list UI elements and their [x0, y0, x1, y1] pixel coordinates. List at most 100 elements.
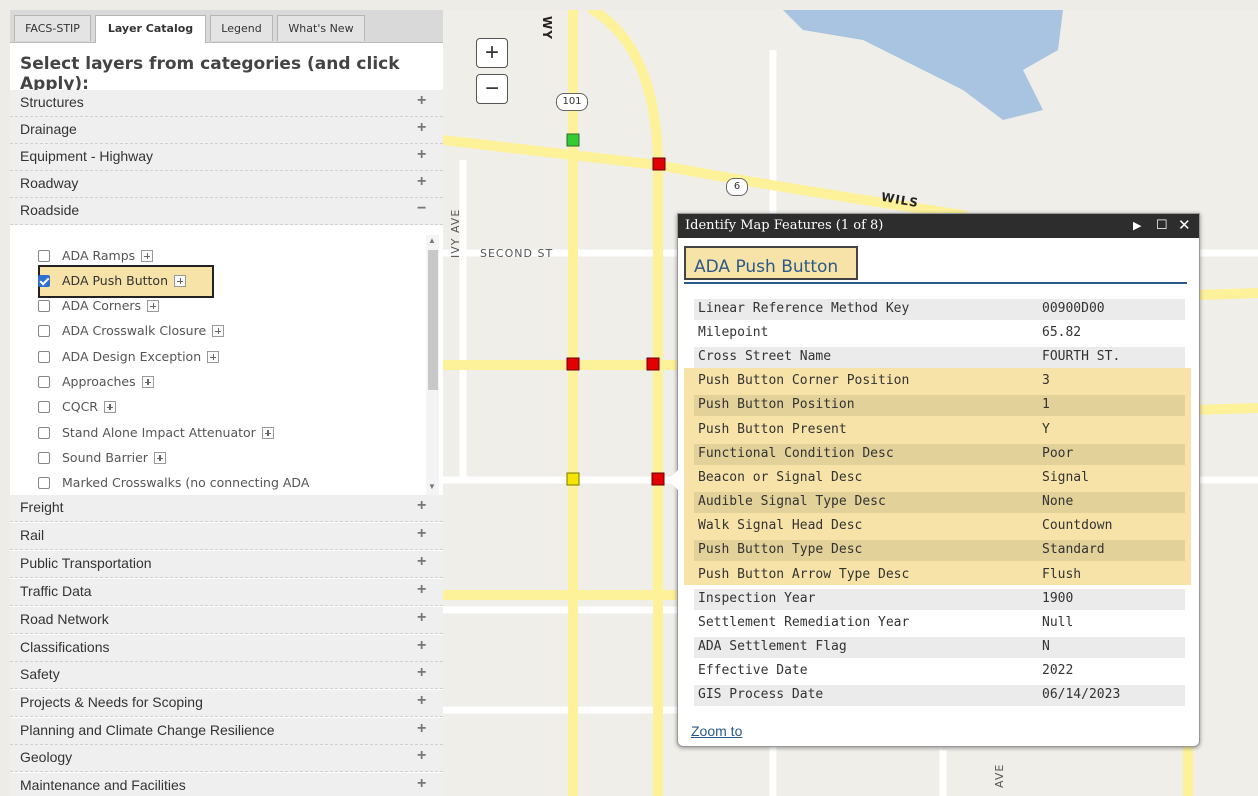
layer-cqcr[interactable]: CQCR	[38, 399, 116, 419]
layer-approaches[interactable]: Approaches	[38, 374, 154, 394]
expand-plus-icon[interactable]: +	[417, 146, 426, 164]
attribute-value: 06/14/2023	[1042, 687, 1121, 702]
map-marker[interactable]	[652, 157, 666, 171]
map-marker[interactable]	[566, 133, 580, 147]
category-traffic-data[interactable]: Traffic Data +	[10, 579, 443, 606]
attribute-row: Walk Signal Head Desc Countdown	[694, 516, 1185, 537]
attribute-value: 3	[1042, 373, 1050, 388]
category-roadside[interactable]: Roadside −	[10, 198, 443, 225]
checkbox[interactable]	[38, 401, 50, 413]
attribute-key: Settlement Remediation Year	[698, 615, 910, 630]
tab-layer-catalog[interactable]: Layer Catalog	[95, 15, 206, 43]
layer-stand-alone-impact-attenuator[interactable]: Stand Alone Impact Attenuator	[38, 425, 274, 445]
attribute-value: 65.82	[1042, 325, 1082, 340]
category-freight[interactable]: Freight +	[10, 495, 443, 522]
layer-ada-crosswalk-closure[interactable]: ADA Crosswalk Closure	[38, 323, 225, 343]
attribute-row: Functional Condition Desc Poor	[694, 444, 1185, 465]
layer-sound-barrier[interactable]: Sound Barrier	[38, 450, 166, 470]
layer-label: Sound Barrier	[62, 450, 148, 465]
category-drainage[interactable]: Drainage +	[10, 117, 443, 144]
attribute-key: Milepoint	[698, 325, 769, 340]
layer-ada-ramps[interactable]: ADA Ramps	[38, 248, 154, 268]
attribute-value: FOURTH ST.	[1042, 349, 1121, 364]
popup-header: Identify Map Features (1 of 8) ▶ ☐ ✕	[678, 214, 1199, 238]
checkbox[interactable]	[38, 452, 50, 464]
expand-plus-icon[interactable]: +	[417, 692, 426, 710]
category-road-network[interactable]: Road Network +	[10, 607, 443, 634]
expand-plus-icon[interactable]: +	[417, 637, 426, 655]
category-equipment-highway[interactable]: Equipment - Highway +	[10, 144, 443, 171]
expand-plus-icon[interactable]: +	[417, 553, 426, 571]
category-rail[interactable]: Rail +	[10, 523, 443, 550]
checkbox[interactable]	[38, 376, 50, 388]
scrollbar-thumb[interactable]	[428, 250, 438, 390]
category-roadway[interactable]: Roadway +	[10, 171, 443, 198]
expand-plus-icon[interactable]: +	[417, 92, 426, 110]
category-planning-climate[interactable]: Planning and Climate Change Resilience +	[10, 718, 443, 745]
feature-title-rule	[684, 282, 1187, 284]
map-marker[interactable]	[651, 472, 665, 486]
checkbox-checked[interactable]	[38, 275, 50, 287]
category-label: Planning and Climate Change Resilience	[20, 722, 275, 738]
category-label: Road Network	[20, 611, 109, 627]
category-safety[interactable]: Safety +	[10, 662, 443, 689]
add-plus-icon[interactable]	[103, 401, 116, 413]
checkbox[interactable]	[38, 427, 50, 439]
add-plus-icon[interactable]	[141, 376, 154, 388]
expand-plus-icon[interactable]: +	[417, 119, 426, 137]
checkbox[interactable]	[38, 300, 50, 312]
attribute-row: Push Button Arrow Type Desc Flush	[694, 565, 1185, 586]
add-plus-icon[interactable]	[141, 250, 154, 262]
expand-plus-icon[interactable]: +	[417, 497, 426, 515]
expand-plus-icon[interactable]: +	[417, 525, 426, 543]
zoom-to-link[interactable]: Zoom to	[691, 723, 742, 739]
layer-marked-crosswalks[interactable]: Marked Crosswalks (no connecting ADA	[38, 475, 309, 495]
zoom-out-button[interactable]: −	[476, 74, 508, 104]
expand-plus-icon[interactable]: +	[417, 609, 426, 627]
map-marker[interactable]	[646, 357, 660, 371]
add-plus-icon[interactable]	[174, 275, 186, 287]
map-marker[interactable]	[566, 472, 580, 486]
zoom-in-button[interactable]: +	[476, 38, 508, 68]
layer-ada-design-exception[interactable]: ADA Design Exception	[38, 349, 220, 369]
layer-ada-push-button[interactable]: ADA Push Button	[38, 273, 186, 293]
tab-whats-new[interactable]: What's New	[277, 15, 365, 41]
attribute-row: Push Button Corner Position 3	[694, 371, 1185, 392]
collapse-minus-icon[interactable]: −	[417, 200, 426, 218]
expand-plus-icon[interactable]: +	[417, 720, 426, 738]
street-label-ivy-ave: IVY AVE	[449, 208, 462, 258]
play-icon[interactable]: ▶	[1133, 219, 1141, 232]
expand-plus-icon[interactable]: +	[417, 747, 426, 765]
add-plus-icon[interactable]	[212, 325, 225, 337]
category-classifications[interactable]: Classifications +	[10, 635, 443, 662]
add-plus-icon[interactable]	[147, 300, 160, 312]
attribute-key: Functional Condition Desc	[698, 446, 894, 461]
checkbox[interactable]	[38, 250, 50, 262]
layer-ada-corners[interactable]: ADA Corners	[38, 298, 160, 318]
category-label: Structures	[20, 94, 84, 110]
expand-plus-icon[interactable]: +	[417, 581, 426, 599]
add-plus-icon[interactable]	[153, 452, 166, 464]
category-structures[interactable]: Structures +	[10, 90, 443, 117]
expand-plus-icon[interactable]: +	[417, 775, 426, 793]
checkbox[interactable]	[38, 351, 50, 363]
scroll-down-icon[interactable]: ▼	[428, 482, 436, 491]
category-projects-needs[interactable]: Projects & Needs for Scoping +	[10, 690, 443, 717]
attribute-key: Push Button Corner Position	[698, 373, 910, 388]
close-icon[interactable]: ✕	[1178, 216, 1191, 234]
checkbox[interactable]	[38, 477, 50, 489]
category-geology[interactable]: Geology +	[10, 745, 443, 772]
expand-plus-icon[interactable]: +	[417, 664, 426, 682]
attribute-key: Push Button Position	[698, 397, 855, 412]
checkbox[interactable]	[38, 325, 50, 337]
tab-facs-stip[interactable]: FACS-STIP	[14, 15, 91, 41]
maximize-icon[interactable]: ☐	[1156, 217, 1168, 233]
tab-legend[interactable]: Legend	[210, 15, 273, 41]
category-maintenance-facilities[interactable]: Maintenance and Facilities +	[10, 773, 443, 796]
category-public-transportation[interactable]: Public Transportation +	[10, 551, 443, 578]
add-plus-icon[interactable]	[207, 351, 220, 363]
add-plus-icon[interactable]	[261, 427, 274, 439]
scroll-up-icon[interactable]: ▲	[428, 236, 436, 245]
map-marker[interactable]	[566, 357, 580, 371]
expand-plus-icon[interactable]: +	[417, 173, 426, 191]
